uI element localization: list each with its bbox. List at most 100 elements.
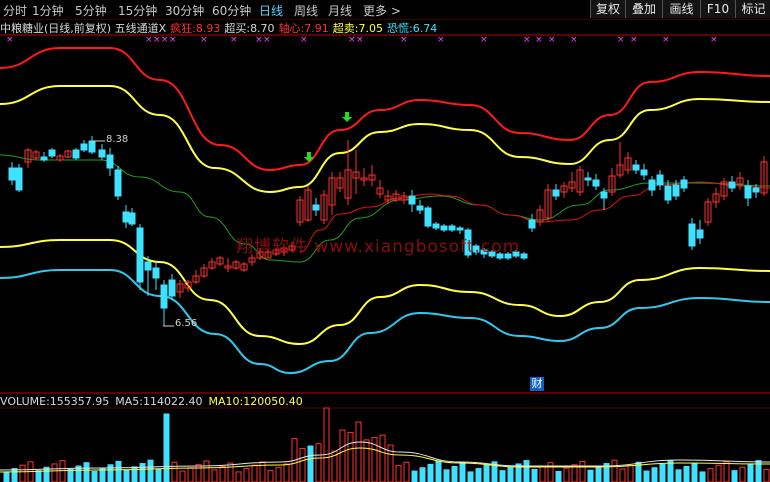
volume-bar-18 (147, 459, 154, 482)
candle-body-55 (448, 225, 456, 231)
volume-bar-21 (171, 461, 178, 482)
period-tab-6[interactable]: 日线 (259, 2, 283, 19)
volume-bar-81 (651, 467, 658, 482)
volume-item-2: MA10:120050.40 (209, 395, 303, 408)
period-tab-1[interactable]: 1分钟 (32, 2, 64, 19)
volume-value-2: 120050.40 (243, 395, 303, 408)
mark-x-11: × (356, 35, 364, 45)
candle-body-82 (664, 185, 672, 201)
volume-bar-35 (283, 463, 290, 482)
period-tab-8[interactable]: 月线 (328, 2, 352, 19)
volume-bar-90 (723, 461, 730, 482)
volume-bar-53 (427, 463, 434, 482)
toolbar-button-4[interactable]: 标记 (735, 0, 770, 18)
finance-marker[interactable]: 财 (530, 377, 544, 391)
indicator-label-3: 超卖: (332, 22, 359, 35)
candle-body-73 (592, 179, 600, 187)
period-tab-0[interactable]: 分时 (3, 2, 27, 19)
mark-x-19: × (617, 35, 625, 45)
candle-body-74 (600, 191, 608, 199)
candle-body-80 (648, 179, 656, 191)
volume-bar-56 (451, 465, 458, 482)
volume-bar-51 (411, 470, 418, 482)
mark-x-8: × (263, 35, 271, 45)
candle-body-81 (656, 174, 664, 186)
period-tab-2[interactable]: 5分钟 (75, 2, 107, 19)
candle-body-10 (88, 140, 96, 153)
period-tab-7[interactable]: 周线 (294, 2, 318, 19)
volume-bar-19 (155, 468, 162, 482)
volume-bar-20 (163, 413, 170, 482)
mark-x-2: × (153, 35, 161, 45)
volume-bar-37 (299, 447, 306, 482)
volume-bar-42 (339, 429, 346, 482)
period-tab-4[interactable]: 30分钟 (165, 2, 204, 19)
volume-bar-33 (267, 470, 274, 482)
buy-arrow-icon-2 (342, 112, 352, 122)
indicator-item-2: 轴心:7.91 (279, 22, 329, 35)
indicator-info: 中粮糖业(日线,前复权) 五线通道X 疯狂:8.93 超买:8.70 轴心:7.91 超… (0, 20, 441, 35)
candle-body-68 (552, 189, 560, 197)
volume-bar-39 (315, 443, 322, 482)
candle-body-53 (432, 223, 440, 229)
mark-x-15: × (523, 35, 531, 45)
volume-bar-40 (323, 407, 330, 482)
candle-body-11 (98, 149, 106, 158)
candle-body-8 (72, 149, 80, 159)
volume-bar-11 (91, 471, 98, 482)
volume-bar-47 (379, 434, 386, 482)
volume-bar-49 (395, 465, 402, 482)
toolbar-button-2[interactable]: 画线 (662, 0, 701, 18)
volume-bar-29 (235, 471, 242, 482)
volume-bar-26 (211, 469, 218, 482)
mark-x-5: × (200, 35, 208, 45)
volume-bar-4 (35, 470, 42, 482)
volume-bar-0 (3, 471, 10, 482)
volume-bar-30 (243, 468, 250, 482)
period-tab-3[interactable]: 15分钟 (118, 2, 157, 19)
volume-bar-6 (51, 463, 58, 482)
indicator-label-0: 疯狂: (170, 22, 196, 35)
volume-bar-58 (467, 471, 474, 482)
toolbar-button-1[interactable]: 叠加 (625, 0, 663, 18)
volume-bar-34 (275, 466, 282, 482)
volume-bar-28 (227, 462, 234, 482)
candle-body-38 (312, 204, 320, 211)
period-tab-5[interactable]: 60分钟 (212, 2, 251, 19)
volume-bar-65 (523, 460, 530, 482)
period-tab-9[interactable]: 更多 > (363, 2, 401, 19)
toolbar-button-3[interactable]: F10 (700, 0, 736, 18)
candle-body-85 (688, 223, 696, 247)
indicator-name: 中粮糖业(日线,前复权) 五线通道X (0, 22, 167, 35)
volume-bar-66 (531, 468, 538, 482)
candle-body-14 (122, 211, 130, 223)
volume-bar-67 (539, 465, 546, 482)
candle-body-20 (168, 279, 176, 297)
candle-body-65 (528, 219, 536, 229)
volume-bar-87 (699, 471, 706, 482)
candle-body-13 (114, 169, 122, 197)
mark-x-9: × (300, 35, 308, 45)
volume-bar-91 (731, 470, 738, 482)
candle-body-79 (640, 169, 648, 176)
volume-bar-52 (419, 467, 426, 482)
volume-bar-25 (203, 460, 210, 482)
toolbar-button-0[interactable]: 复权 (590, 0, 626, 18)
mark-x-17: × (548, 35, 556, 45)
volume-bar-38 (307, 445, 314, 482)
indicator-label-1: 超买: (224, 22, 251, 35)
volume-bar-95 (763, 468, 770, 482)
volume-item-1: MA5:114022.40 (115, 395, 202, 408)
volume-bar-88 (707, 468, 714, 482)
indicator-value-3: 7.05 (358, 22, 384, 35)
watermark-text: 翔博软件 www.xiangbosoft.com (236, 237, 521, 257)
volume-bar-70 (563, 467, 570, 482)
candle-body-12 (106, 154, 114, 169)
volume-bar-85 (683, 465, 690, 482)
candle-body-52 (424, 207, 432, 227)
indicator-value-4: 6.74 (412, 22, 438, 35)
volume-bar-22 (179, 470, 186, 482)
volume-bar-10 (83, 462, 90, 482)
indicator-item-4: 恐慌:6.74 (387, 22, 437, 35)
volume-bar-83 (667, 460, 674, 482)
